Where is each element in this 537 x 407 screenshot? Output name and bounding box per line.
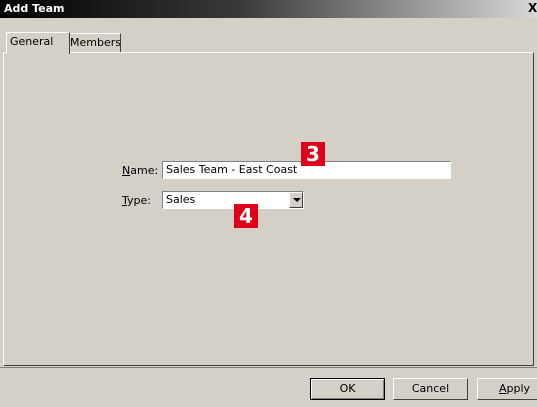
apply-button-label: pply (506, 382, 531, 395)
title-bar: Add Team X (0, 0, 537, 18)
apply-button[interactable]: Apply (477, 378, 537, 400)
cancel-button[interactable]: Cancel (393, 378, 468, 400)
close-icon[interactable]: X (528, 1, 537, 15)
tab-general[interactable]: General (6, 32, 70, 54)
window-title: Add Team (4, 2, 65, 15)
apply-button-mnemonic: A (498, 382, 507, 395)
callout-4: 4 (234, 204, 258, 228)
cancel-button-label: Cancel (411, 382, 450, 395)
callout-3: 3 (301, 142, 325, 166)
general-tab-panel (3, 52, 534, 366)
tab-members[interactable]: Members (66, 33, 121, 53)
tab-general-label: General (10, 35, 54, 48)
ok-button-label: OK (339, 382, 356, 395)
ok-button[interactable]: OK (310, 378, 385, 400)
tab-members-label: Members (70, 36, 121, 49)
footer-divider (0, 367, 537, 368)
